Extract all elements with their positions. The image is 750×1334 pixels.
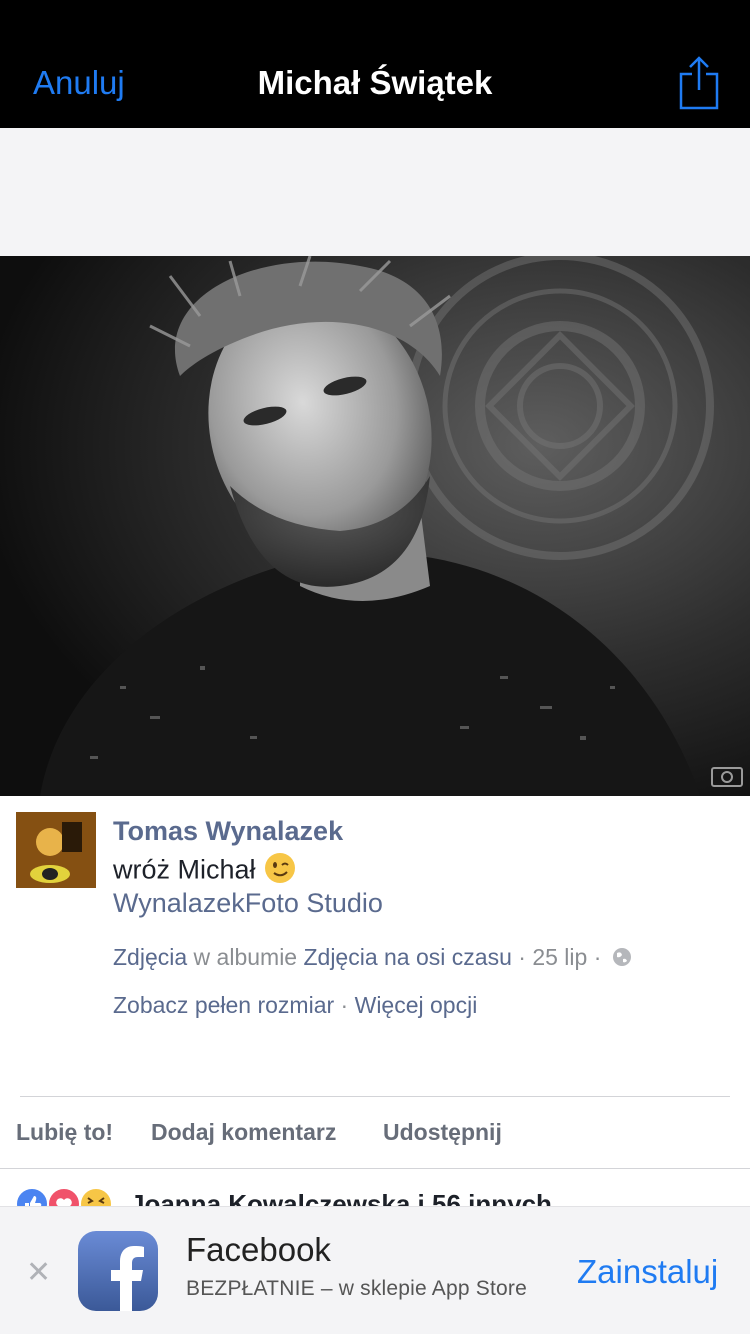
avatar[interactable] xyxy=(16,812,96,888)
page-title: Michał Świątek xyxy=(257,64,493,101)
author-name-link[interactable]: Tomas Wynalazek xyxy=(113,816,343,847)
close-icon[interactable]: ✕ xyxy=(26,1255,51,1290)
post-photo[interactable] xyxy=(0,256,750,796)
post-date: · 25 lip · xyxy=(511,944,608,970)
post-meta: Zdjęcia w albumie Zdjęcia na osi czasu ·… xyxy=(113,944,632,973)
reactions-summary[interactable]: Joanna Kowalczewska i 56 innych xyxy=(0,1169,750,1209)
share-button[interactable]: Udostępnij xyxy=(383,1119,502,1146)
view-full-size-link[interactable]: Zobacz pełen rozmiar xyxy=(113,992,334,1018)
install-button[interactable]: Zainstaluj xyxy=(577,1253,718,1291)
post-caption: wróż Michał xyxy=(113,852,296,891)
app-name: Facebook xyxy=(186,1231,331,1268)
add-comment-button[interactable]: Dodaj komentarz xyxy=(151,1119,336,1146)
navigation-bar: Anuluj Michał Świątek xyxy=(0,0,750,128)
app-install-banner: ✕ Facebook BEZPŁATNIE – w sklepie App St… xyxy=(0,1206,750,1334)
facebook-logo-icon xyxy=(78,1231,158,1311)
more-options-link[interactable]: Więcej opcji xyxy=(355,992,478,1018)
share-icon[interactable] xyxy=(678,56,720,110)
action-bar: Lubię to! Dodaj komentarz Udostępnij xyxy=(0,1097,750,1169)
post-options: Zobacz pełen rozmiar · Więcej opcji xyxy=(113,992,477,1019)
caption-text: wróż Michał xyxy=(113,854,256,885)
like-button[interactable]: Lubię to! xyxy=(16,1119,113,1146)
spacer-band xyxy=(0,128,750,256)
photos-link[interactable]: Zdjęcia xyxy=(113,944,187,970)
tagged-page-link[interactable]: WynalazekFoto Studio xyxy=(113,888,383,919)
winking-face-emoji-icon xyxy=(264,852,296,891)
globe-icon xyxy=(612,946,632,973)
meta-in-album-text: w albumie xyxy=(187,944,304,970)
post-info: Tomas Wynalazek wróż Michał WynalazekFot… xyxy=(0,796,750,1096)
app-subtitle: BEZPŁATNIE – w sklepie App Store xyxy=(186,1277,527,1300)
album-link[interactable]: Zdjęcia na osi czasu xyxy=(303,944,511,970)
options-separator: · xyxy=(334,992,355,1018)
